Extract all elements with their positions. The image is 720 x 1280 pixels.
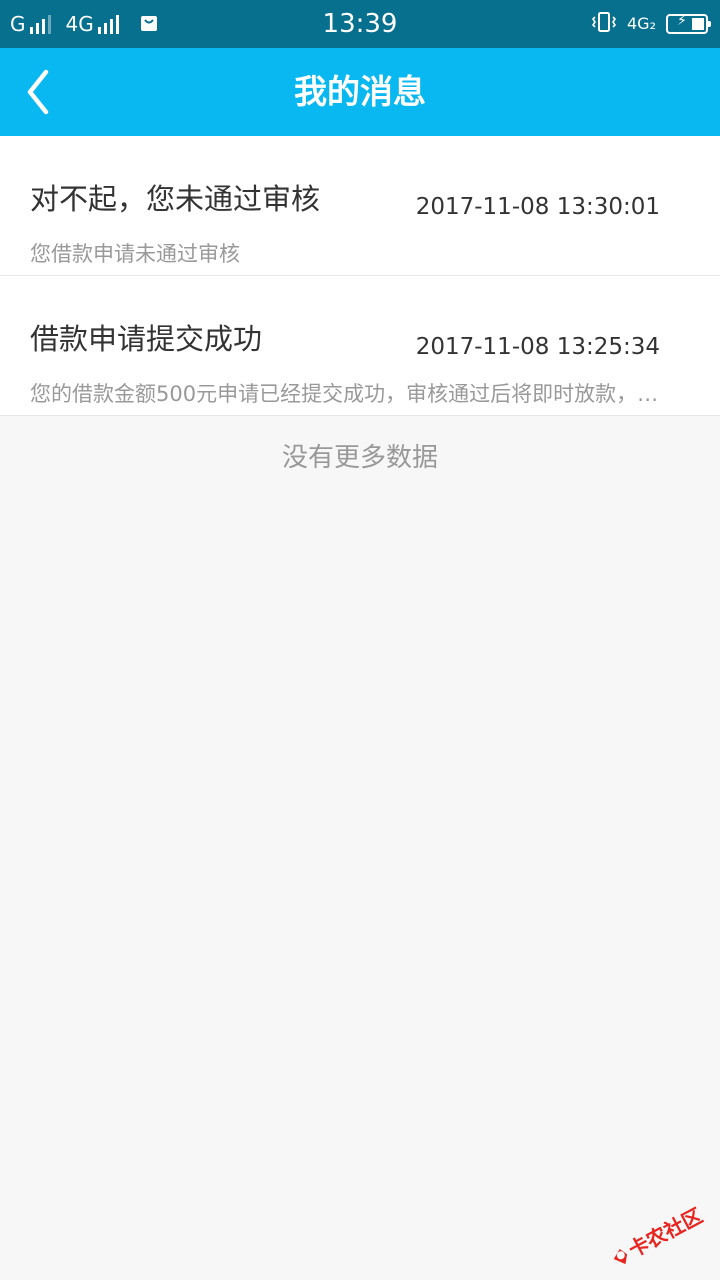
status-bar: G 4G 13:39 4G₂ ⚡ — [0, 0, 720, 48]
status-right: 4G₂ ⚡ — [591, 0, 711, 48]
message-title: 借款申请提交成功 — [30, 322, 263, 356]
message-item[interactable]: 借款申请提交成功 2017-11-08 13:25:34 您的借款金额500元申… — [0, 276, 720, 416]
message-time: 2017-11-08 13:25:34 — [415, 334, 660, 360]
battery-charging-icon: ⚡ — [666, 13, 711, 34]
watermark-logo: 卡农社区 — [602, 1203, 712, 1266]
message-desc: 您的借款金额500元申请已经提交成功，审核通过后将即时放款，请注意查收 — [30, 382, 678, 406]
message-list: 对不起，您未通过审核 2017-11-08 13:30:01 您借款申请未通过审… — [0, 136, 720, 416]
message-desc: 您借款申请未通过审核 — [30, 242, 240, 266]
vibrate-icon — [591, 11, 617, 37]
message-title: 对不起，您未通过审核 — [30, 182, 321, 216]
svg-text:卡农社区: 卡农社区 — [624, 1206, 706, 1262]
message-time: 2017-11-08 13:30:01 — [415, 194, 660, 220]
page-title: 我的消息 — [294, 72, 426, 111]
message-item[interactable]: 对不起，您未通过审核 2017-11-08 13:30:01 您借款申请未通过审… — [0, 136, 720, 276]
network-label: 4G₂ — [627, 14, 656, 33]
title-bar: 我的消息 — [0, 48, 720, 136]
no-more-data-label: 没有更多数据 — [281, 443, 438, 473]
